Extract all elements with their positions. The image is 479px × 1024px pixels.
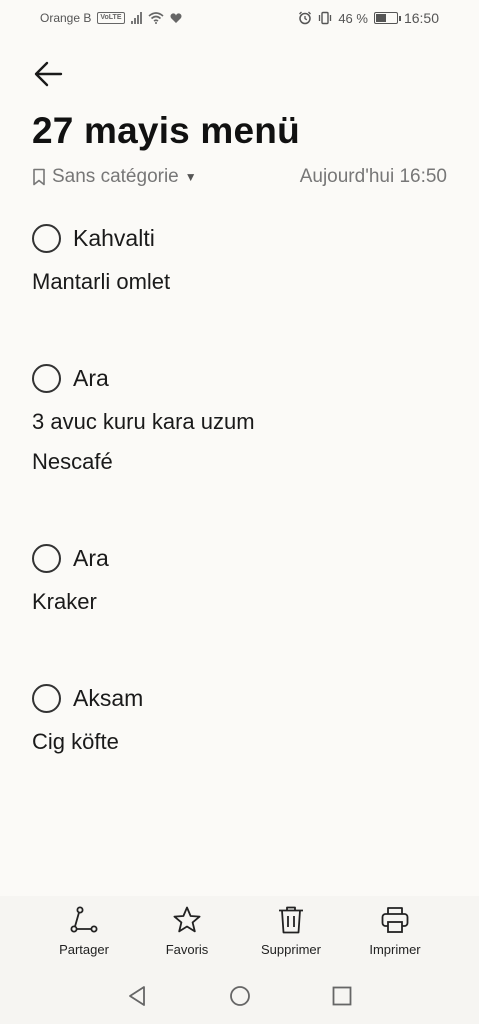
caret-down-icon: ▼ (184, 170, 197, 184)
star-icon (173, 906, 201, 933)
favorites-label: Favoris (165, 942, 209, 957)
checklist-item[interactable]: Kahvalti (32, 218, 447, 258)
nav-recent-button[interactable] (330, 984, 354, 1008)
nav-back-button[interactable] (125, 984, 149, 1008)
carrier-name: Orange B (40, 11, 92, 25)
category-label: Sans catégorie (52, 166, 179, 187)
checklist-item[interactable]: Ara (32, 538, 447, 578)
note-title[interactable]: 27 mayis menü (32, 110, 300, 152)
note-timestamp: Aujourd'hui 16:50 (299, 166, 447, 187)
circle-home-icon (230, 986, 250, 1006)
clock: 16:50 (403, 10, 439, 26)
arrow-left-icon (34, 61, 63, 87)
checklist-item[interactable]: Ara (32, 358, 447, 398)
checklist-item-label: Ara (73, 544, 109, 571)
text-line: Kraker (32, 589, 97, 614)
checklist-item-label: Kahvalti (73, 224, 155, 251)
printer-icon (381, 907, 409, 933)
system-nav-bar (0, 964, 479, 1024)
square-recent-icon (332, 986, 352, 1006)
checklist-item[interactable]: Aksam (32, 678, 447, 718)
print-label: Imprimer (369, 942, 421, 957)
share-button[interactable]: Partager (29, 904, 139, 957)
note-content[interactable]: Kahvalti Mantarli omlet Ara 3 avuc kuru … (32, 218, 447, 762)
text-line: Nescafé (32, 449, 113, 474)
share-icon (70, 906, 98, 933)
battery-percent: 46 % (338, 10, 368, 26)
alarm-icon (299, 11, 312, 25)
bookmark-icon (33, 168, 45, 186)
print-button[interactable]: Imprimer (340, 904, 450, 957)
text-line: Mantarli omlet (32, 269, 171, 294)
signal-icon (130, 12, 142, 24)
bottom-toolbar: Partager Favoris Supprimer Imprimer (0, 896, 479, 964)
delete-label: Supprimer (261, 942, 321, 957)
checkbox-circle[interactable] (32, 543, 61, 573)
text-line: 3 avuc kuru kara uzum (32, 409, 255, 434)
battery-icon (373, 12, 401, 24)
checkbox-circle[interactable] (32, 363, 61, 393)
note-meta: Sans catégorie ▼ Aujourd'hui 16:50 (32, 164, 447, 190)
text-line: Cig köfte (32, 729, 119, 754)
battery-fill (375, 14, 387, 22)
favorites-button[interactable]: Favoris (132, 904, 242, 957)
share-label: Partager (59, 942, 109, 957)
checkbox-circle[interactable] (32, 683, 61, 713)
back-button[interactable] (30, 56, 66, 92)
checklist-item-label: Aksam (73, 684, 144, 711)
wifi-icon (147, 12, 164, 24)
heart-icon (170, 13, 182, 23)
checklist-item-label: Ara (73, 364, 109, 391)
volte-badge: VoLTE (97, 12, 125, 24)
category-dropdown[interactable]: Sans catégorie ▼ (32, 166, 197, 188)
nav-home-button[interactable] (228, 984, 252, 1008)
checkbox-circle[interactable] (32, 223, 61, 253)
status-left: Orange B VoLTE (40, 11, 182, 25)
triangle-back-icon (129, 986, 145, 1006)
vibrate-icon (319, 11, 332, 25)
trash-icon (279, 906, 303, 934)
status-right: 46 % 16:50 (298, 10, 439, 26)
delete-button[interactable]: Supprimer (236, 904, 346, 957)
status-bar: Orange B VoLTE 46 % 16:50 (0, 0, 479, 36)
